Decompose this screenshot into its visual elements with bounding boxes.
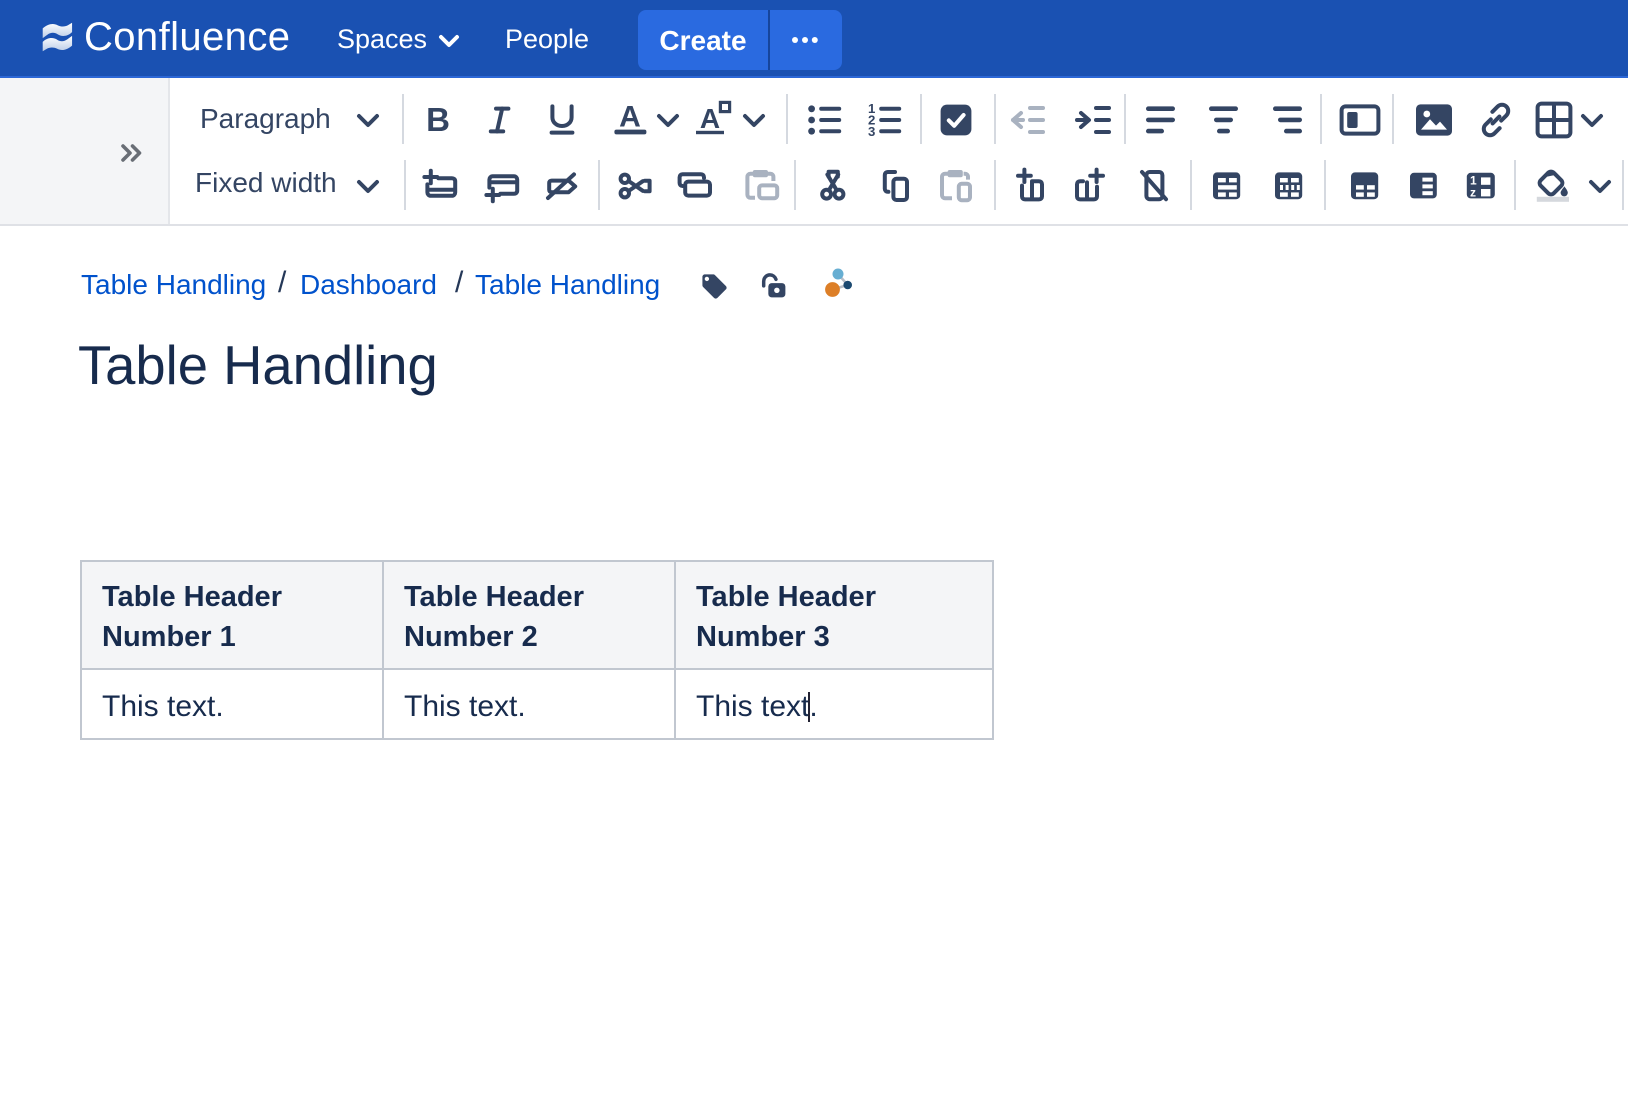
svg-text:A: A <box>618 100 640 133</box>
svg-text:B: B <box>425 101 449 138</box>
svg-text:3: 3 <box>868 124 875 139</box>
svg-text:A: A <box>700 103 720 134</box>
svg-text:z: z <box>1470 184 1476 198</box>
